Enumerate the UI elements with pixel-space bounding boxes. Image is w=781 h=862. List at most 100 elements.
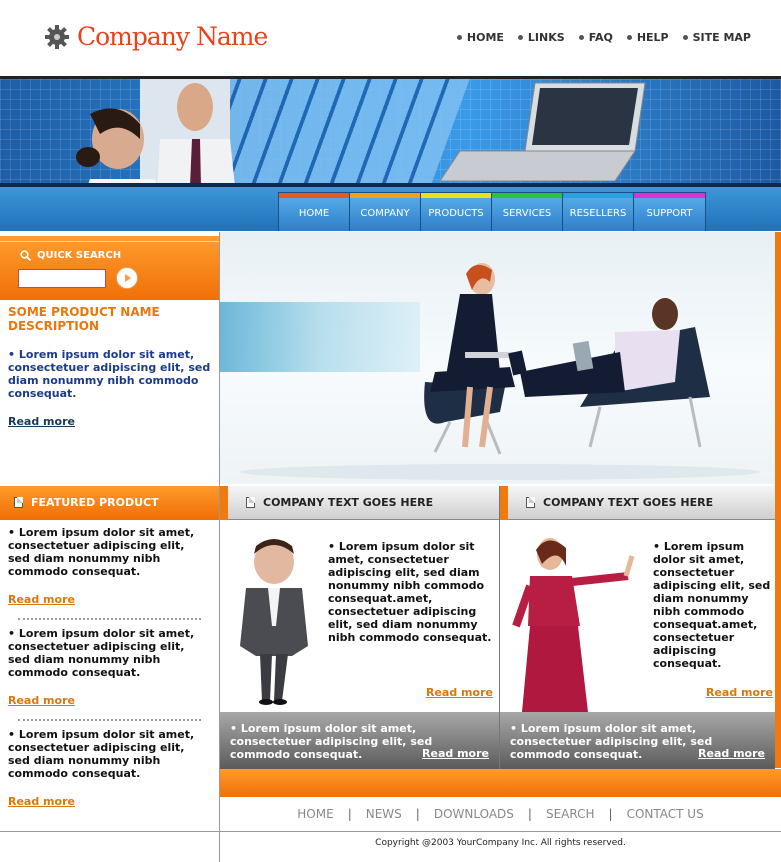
company-box-footer-text: Lorem ipsum dolor sit amet, consectetuer… [230, 722, 433, 761]
top-nav-site-map[interactable]: SITE MAP [682, 31, 751, 44]
featured-item: • Lorem ipsum dolor sit amet, consectetu… [8, 526, 195, 578]
office-meeting-image [240, 263, 760, 480]
main-nav-home[interactable]: HOME [279, 193, 350, 231]
bullet-icon [456, 35, 462, 40]
company-box-read-more-link[interactable]: Read more [706, 686, 773, 699]
featured-item-text: Lorem ipsum dolor sit amet, consectetuer… [8, 627, 195, 679]
tab-stripe [634, 193, 705, 198]
top-nav-faq[interactable]: FAQ [578, 31, 613, 44]
bottom-nav-downloads[interactable]: DOWNLOADS [434, 807, 514, 821]
bottom-nav-contact-us[interactable]: CONTACT US [627, 807, 704, 821]
featured-item-text: Lorem ipsum dolor sit amet, consectetuer… [8, 526, 195, 578]
quick-search: QUICK SEARCH [0, 232, 219, 300]
bullet-icon [682, 35, 688, 40]
bullet-icon [578, 35, 584, 40]
nav-separator: | [347, 807, 352, 821]
footer-accent-bar [220, 769, 781, 797]
bottom-nav: HOME | NEWS | DOWNLOADS | SEARCH | CONTA… [220, 797, 781, 831]
top-nav-label: LINKS [527, 31, 565, 44]
company-box-title: COMPANY TEXT GOES HERE [543, 496, 714, 509]
header: Company Name HOME LINKS FAQ HELP SITE MA… [0, 0, 781, 76]
featured-read-more-link[interactable]: Read more [8, 795, 75, 808]
top-nav-label: HELP [636, 31, 669, 44]
bottom-nav-home[interactable]: HOME [297, 807, 333, 821]
document-icon [14, 497, 23, 508]
right-accent-bar [775, 232, 781, 768]
company-box-footer-read-more-link[interactable]: Read more [698, 747, 765, 760]
bottom-nav-news[interactable]: NEWS [366, 807, 402, 821]
main-nav-resellers[interactable]: RESELLERS [563, 193, 634, 231]
top-nav-help[interactable]: HELP [626, 31, 669, 44]
company-box-header: COMPANY TEXT GOES HERE [500, 486, 775, 520]
main-nav-label: HOME [298, 207, 330, 219]
company-box-text: • Lorem ipsum dolor sit amet, consectetu… [653, 540, 771, 670]
tab-stripe [421, 193, 491, 198]
nav-separator: | [608, 807, 613, 821]
gear-icon [45, 24, 69, 49]
quick-search-label: QUICK SEARCH [37, 250, 122, 261]
top-nav-label: HOME [466, 31, 504, 44]
businessman-image [240, 539, 308, 705]
company-box-read-more-link[interactable]: Read more [426, 686, 493, 699]
quick-search-title: QUICK SEARCH [20, 250, 121, 261]
search-icon [20, 250, 31, 261]
main-nav-label: PRODUCTS [428, 207, 484, 219]
document-icon [526, 497, 535, 508]
company-name: Company Name [77, 22, 268, 51]
featured-read-more-link[interactable]: Read more [8, 694, 75, 707]
divider [0, 241, 219, 242]
company-box-body: Lorem ipsum dolor sit amet, consectetuer… [328, 540, 492, 644]
bullet-icon [626, 35, 632, 40]
hero-image [220, 232, 775, 484]
featured-product-header: FEATURED PRODUCT [0, 486, 219, 520]
businesswoman-image [512, 538, 635, 712]
dotted-divider [18, 618, 201, 620]
tab-stripe [350, 193, 420, 198]
company-box-text: • Lorem ipsum dolor sit amet, consectetu… [328, 540, 492, 644]
nav-separator: | [415, 807, 420, 821]
arrow-right-icon [125, 274, 131, 282]
main-nav-services[interactable]: SERVICES [492, 193, 563, 231]
top-nav: HOME LINKS FAQ HELP SITE MAP [456, 31, 751, 44]
logo[interactable]: Company Name [44, 22, 268, 51]
featured-item-text: Lorem ipsum dolor sit amet, consectetuer… [8, 728, 195, 780]
search-go-button[interactable] [116, 267, 138, 289]
tab-stripe [279, 193, 349, 198]
product-name: SOME PRODUCT NAME DESCRIPTION [8, 305, 160, 333]
main-nav-products[interactable]: PRODUCTS [421, 193, 492, 231]
top-nav-home[interactable]: HOME [456, 31, 504, 44]
company-box-footer-text: Lorem ipsum dolor sit amet, consectetuer… [510, 722, 713, 761]
bottom-nav-search[interactable]: SEARCH [546, 807, 595, 821]
main-nav-label: SUPPORT [646, 207, 693, 219]
document-icon [246, 497, 255, 508]
featured-product-title: FEATURED PRODUCT [31, 496, 159, 509]
product-read-more-link[interactable]: Read more [8, 415, 75, 428]
top-nav-label: SITE MAP [692, 31, 751, 44]
featured-read-more-link[interactable]: Read more [8, 593, 75, 606]
dotted-divider [18, 719, 201, 721]
company-box-footer: • Lorem ipsum dolor sit amet, consectetu… [500, 712, 775, 769]
company-box-footer-read-more-link[interactable]: Read more [422, 747, 489, 760]
product-text: Lorem ipsum dolor sit amet, consectetuer… [8, 348, 211, 400]
main-nav-label: SERVICES [502, 207, 552, 219]
company-box-title: COMPANY TEXT GOES HERE [263, 496, 434, 509]
tab-stripe [492, 193, 562, 198]
main-nav-label: COMPANY [360, 207, 410, 219]
main-nav-support[interactable]: SUPPORT [634, 193, 705, 231]
main-nav-company[interactable]: COMPANY [350, 193, 421, 231]
header-accent [220, 486, 228, 520]
featured-item: • Lorem ipsum dolor sit amet, consectetu… [8, 728, 195, 780]
footer-divider [0, 831, 781, 832]
main-nav: HOME COMPANY PRODUCTS SERVICES RESELLERS… [278, 192, 706, 231]
company-box-header: COMPANY TEXT GOES HERE [220, 486, 499, 520]
laptop-image [440, 82, 646, 181]
copyright: Copyright @2003 YourCompany Inc. All rig… [375, 838, 626, 848]
company-box-body: Lorem ipsum dolor sit amet, consectetuer… [653, 540, 771, 670]
product-description: • Lorem ipsum dolor sit amet, consectetu… [8, 348, 211, 400]
main-nav-label: RESELLERS [569, 207, 627, 219]
header-accent [500, 486, 508, 520]
search-input[interactable] [18, 269, 106, 288]
featured-item: • Lorem ipsum dolor sit amet, consectetu… [8, 627, 195, 679]
tab-stripe [563, 193, 633, 198]
top-nav-links[interactable]: LINKS [517, 31, 565, 44]
